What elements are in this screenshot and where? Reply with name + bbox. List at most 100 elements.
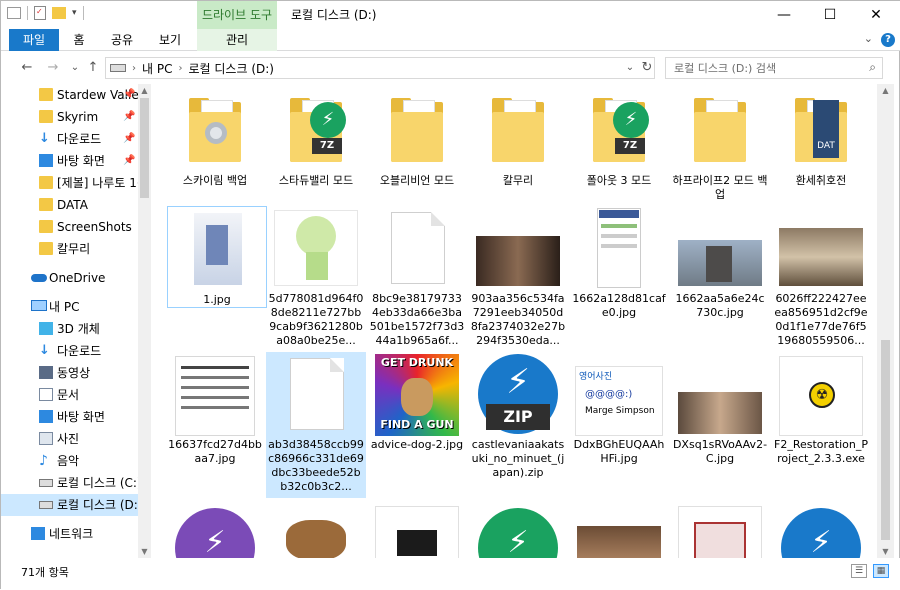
image-file-item[interactable]: 5d778081d964f08de8211e727bb9cab9f3621280…	[266, 206, 366, 346]
sidebar-item-downloads-quick[interactable]: ↓ 다운로드 📌	[1, 128, 141, 150]
image-file-item[interactable]: 903aa356c534fa7291eeb34050d8fa2374032e27…	[468, 206, 568, 346]
sidebar-item-music[interactable]: ♪ 음악	[1, 450, 141, 472]
content-scrollbar[interactable]: ▲ ▼	[877, 84, 894, 558]
zip-file-item[interactable]: ⚡ ZIP castlevaniaakatsuki_no_minuet_(jap…	[468, 352, 568, 480]
image-thumbnail	[367, 504, 467, 558]
tab-view[interactable]: 보기	[153, 29, 187, 51]
image-file-item[interactable]	[569, 504, 669, 558]
image-file-item[interactable]: 1.jpg	[167, 206, 267, 308]
sidebar-item-kalmuri[interactable]: 칼무리	[1, 238, 141, 260]
sidebar-item-skyrim[interactable]: Skyrim 📌	[1, 106, 141, 128]
scroll-up-arrow[interactable]: ▲	[877, 86, 894, 95]
image-file-item[interactable]: 1662a128d81cafe0.jpg	[569, 206, 669, 320]
breadcrumb-drive-d[interactable]: 로컬 디스크 (D:)	[188, 60, 273, 77]
recent-locations-button[interactable]: ⌄	[67, 59, 83, 77]
folder-item[interactable]: 오블리비언 모드	[367, 88, 467, 188]
sidebar-item-downloads[interactable]: ↓ 다운로드	[1, 340, 141, 362]
folder-item[interactable]: 칼무리	[468, 88, 568, 188]
breadcrumb-this-pc[interactable]: 내 PC	[142, 60, 172, 77]
file-name: 5d778081d964f08de8211e727bb9cab9f3621280…	[268, 292, 364, 346]
maximize-button[interactable]: ☐	[807, 1, 853, 29]
minimize-button[interactable]: —	[761, 1, 807, 29]
search-input[interactable]	[666, 58, 856, 78]
folder-item[interactable]: 하프라이프2 모드 백업	[670, 88, 770, 202]
image-file-item[interactable]	[266, 504, 366, 558]
sidebar-item-network[interactable]: 네트워크	[1, 523, 141, 545]
sidebar-item-pictures[interactable]: 사진	[1, 428, 141, 450]
new-folder-icon[interactable]	[52, 7, 66, 19]
properties-icon[interactable]: ✓	[34, 6, 46, 20]
qat-customize-icon[interactable]: ▾	[72, 8, 77, 18]
sidebar-item-3d-objects[interactable]: 3D 개체	[1, 318, 141, 340]
sidebar-item-drive-d[interactable]: 로컬 디스크 (D:)	[1, 494, 141, 516]
up-button[interactable]: ↑	[85, 59, 101, 77]
scroll-up-arrow[interactable]: ▲	[138, 86, 151, 95]
sidebar-item-onedrive[interactable]: OneDrive	[1, 267, 141, 289]
file-name: ab3d38458ccb99c86966c331de69dbc33beede52…	[268, 438, 364, 492]
exe-file-item[interactable]: ☢ F2_Restoration_Project_2.3.3.exe	[771, 352, 871, 466]
large-icons-view-button[interactable]: ▦	[873, 564, 889, 578]
address-dropdown-button[interactable]: ⌄	[623, 57, 637, 79]
download-icon: ↓	[39, 131, 50, 146]
nav-scrollbar-thumb[interactable]	[140, 98, 149, 198]
sidebar-item-drive-c[interactable]: 로컬 디스크 (C:)	[1, 472, 141, 494]
sidebar-item-videos[interactable]: 동영상	[1, 362, 141, 384]
sidebar-item-data[interactable]: DATA	[1, 194, 141, 216]
tab-home[interactable]: 홈	[67, 29, 91, 51]
tab-manage[interactable]: 관리	[197, 29, 277, 51]
chevron-right-icon[interactable]: ›	[178, 63, 182, 74]
folder-item[interactable]: 스카이림 백업	[165, 88, 265, 188]
sidebar-item-label: DATA	[57, 198, 88, 212]
close-button[interactable]: ✕	[853, 1, 899, 29]
pin-icon[interactable]: 📌	[123, 128, 135, 150]
sidebar-item-desktop-quick[interactable]: 바탕 화면 📌	[1, 150, 141, 172]
zip-file-item[interactable]: ⚡	[771, 504, 871, 558]
content-scrollbar-thumb[interactable]	[881, 340, 890, 540]
file-item-selected[interactable]: ab3d38458ccb99c86966c331de69dbc33beede52…	[266, 352, 366, 498]
sidebar-item-stardew[interactable]: Stardew Valle 📌	[1, 84, 141, 106]
help-icon[interactable]: ?	[881, 33, 895, 47]
sidebar-item-naruto[interactable]: [제볼] 나루토 1(	[1, 172, 141, 194]
scroll-down-arrow[interactable]: ▼	[138, 547, 151, 556]
folder-item[interactable]: ⚡ 7Z 스타듀밸리 모드	[266, 88, 366, 188]
image-file-item[interactable]: 1662aa5a6e24c730c.jpg	[670, 206, 770, 320]
search-box[interactable]: ⌕	[665, 57, 883, 79]
search-icon[interactable]: ⌕	[869, 60, 876, 75]
address-bar[interactable]: › 내 PC › 로컬 디스크 (D:)	[105, 57, 655, 79]
refresh-button[interactable]: ↻	[639, 57, 655, 79]
sidebar-item-this-pc[interactable]: 내 PC	[1, 296, 141, 318]
sidebar-item-documents[interactable]: 문서	[1, 384, 141, 406]
details-view-button[interactable]: ☰	[851, 564, 867, 578]
pin-icon[interactable]: 📌	[123, 106, 135, 128]
image-file-item[interactable]	[367, 504, 467, 558]
chevron-right-icon[interactable]: ›	[132, 63, 136, 74]
tab-file[interactable]: 파일	[9, 29, 59, 51]
tab-share[interactable]: 공유	[105, 29, 139, 51]
sidebar-item-screenshots[interactable]: ScreenShots	[1, 216, 141, 238]
document-icon	[39, 388, 53, 401]
sidebar-item-label: Skyrim	[57, 110, 99, 124]
nav-scrollbar[interactable]: ▲ ▼	[138, 84, 151, 558]
image-thumbnail	[569, 504, 669, 558]
ribbon-collapse-icon[interactable]: ⌄	[864, 32, 873, 45]
sidebar-item-desktop[interactable]: 바탕 화면	[1, 406, 141, 428]
zip-file-item[interactable]: ⚡	[468, 504, 568, 558]
image-file-item[interactable]: 16637fcd27d4bbaa7.jpg	[165, 352, 265, 466]
sidebar-item-label: 칼무리	[57, 242, 91, 256]
pin-icon[interactable]: 📌	[123, 84, 135, 106]
folder-item[interactable]: DAT 환세취호전	[771, 88, 871, 188]
title-bar: ✓ ▾ 드라이브 도구 로컬 디스크 (D:) — ☐ ✕	[1, 1, 900, 29]
image-file-item[interactable]: DXsq1sRVoAAv2-C.jpg	[670, 352, 770, 466]
scroll-down-arrow[interactable]: ▼	[877, 547, 894, 556]
back-button[interactable]: ←	[19, 59, 35, 77]
forward-button[interactable]: →	[45, 59, 61, 77]
image-file-item[interactable]: 6026ff222427eeea856951d2cf9e0d1f1e77de76…	[771, 206, 871, 346]
pin-icon[interactable]: 📌	[123, 150, 135, 172]
zip-file-item[interactable]: ⚡	[165, 504, 265, 558]
image-file-item[interactable]: 영어사진 @@@@:) Marge Simpson DdxBGhEUQAAhHF…	[569, 352, 669, 466]
file-item[interactable]: 8bc9e381797334eb33da66e3ba501be1572f73d3…	[367, 206, 467, 346]
folder-thumbnail	[468, 88, 568, 172]
folder-item[interactable]: ⚡ 7Z 폴아웃 3 모드	[569, 88, 669, 188]
image-file-item[interactable]	[670, 504, 770, 558]
image-file-item[interactable]: GET DRUNK FIND A GUN advice-dog-2.jpg	[367, 352, 467, 452]
